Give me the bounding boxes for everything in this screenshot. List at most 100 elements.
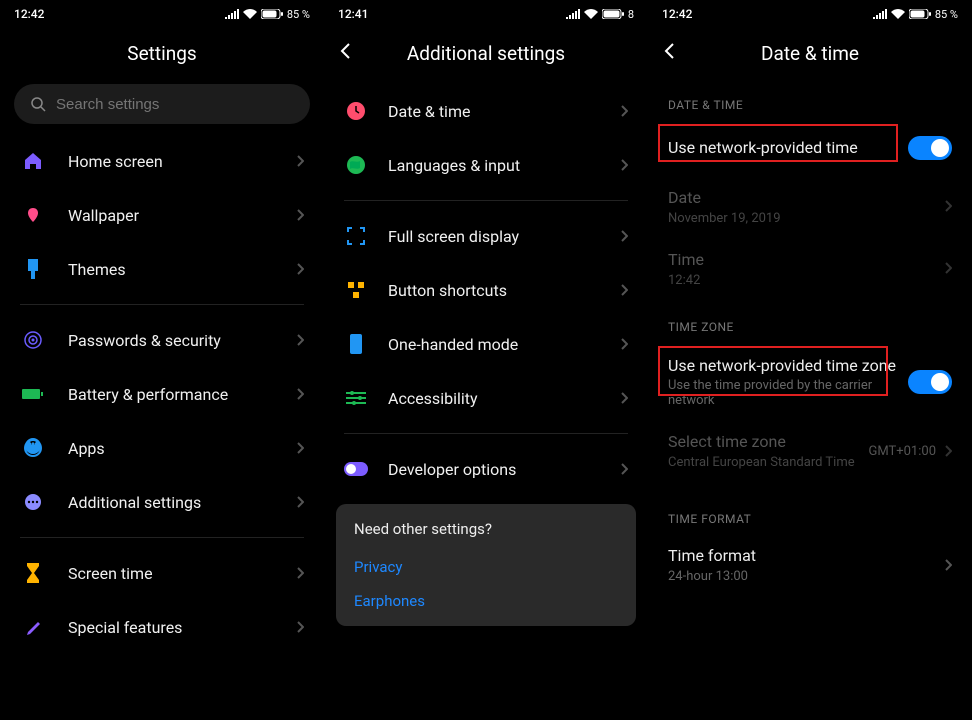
row-one-handed-mode[interactable]: One-handed mode [324,317,648,371]
additional-settings-panel: 12:41 8 Additional settings Date & time … [324,0,648,720]
row-label: Additional settings [68,493,296,512]
chevron-right-icon [620,460,628,479]
row-full-screen-display[interactable]: Full screen display [324,209,648,263]
chevron-right-icon [944,259,952,278]
chevron-right-icon [620,156,628,175]
search-input[interactable] [56,96,294,113]
status-time: 12:41 [338,7,368,21]
search-bar[interactable] [14,84,310,124]
wifi-icon [891,9,905,19]
row-button-shortcuts[interactable]: Button shortcuts [324,263,648,317]
battery-icon [909,9,931,19]
home-icon [20,148,46,174]
accessibility-icon [344,385,368,411]
row-label: Themes [68,260,296,279]
chevron-right-icon [296,439,304,458]
row-accessibility[interactable]: Accessibility [324,371,648,425]
apps-icon [20,435,46,461]
chevron-right-icon [620,102,628,121]
wifi-icon [243,9,257,19]
row-apps[interactable]: Apps [0,421,324,475]
page-title: Settings [127,42,196,65]
use-network-time-toggle[interactable] [908,136,952,160]
screen-time-icon [20,560,46,586]
row-label: Languages & input [388,156,620,175]
row-date-time[interactable]: Date & time [324,84,648,138]
row-themes[interactable]: Themes [0,242,324,296]
row-time: Time 12:42 [648,238,972,300]
date-value: November 19, 2019 [668,211,934,226]
row-special-features[interactable]: Special features [0,600,324,654]
settings-panel: 12:42 85 % Settings Home screen Wallpape… [0,0,324,720]
row-label: Button shortcuts [388,281,620,300]
row-languages-input[interactable]: Languages & input [324,138,648,192]
signal-icon [225,9,239,19]
select-tz-sub: Central European Standard Time [668,455,858,470]
row-wallpaper[interactable]: Wallpaper [0,188,324,242]
row-passwords-security[interactable]: Passwords & security [0,313,324,367]
fullscreen-icon [344,223,368,249]
battery-percent: 8 [628,8,634,21]
page-title: Additional settings [407,42,565,65]
one-handed-icon [344,331,368,357]
time-format-sub: 24-hour 13:00 [668,569,934,584]
chevron-right-icon [296,260,304,279]
use-network-zone-label: Use network-provided time zone [668,356,898,377]
chevron-right-icon [296,331,304,350]
row-label: Special features [68,618,296,637]
divider [344,433,628,434]
row-label: Developer options [388,460,620,479]
back-button[interactable] [340,42,352,64]
additional-icon [20,489,46,515]
status-bar: 12:42 85 % [0,0,324,28]
row-label: Apps [68,439,296,458]
battery-percent: 85 % [287,8,310,21]
wifi-icon [584,9,598,19]
row-time-format[interactable]: Time format 24-hour 13:00 [648,534,972,596]
row-select-time-zone: Select time zone Central European Standa… [648,420,972,482]
row-label: Wallpaper [68,206,296,225]
header: Date & time [648,28,972,78]
signal-icon [566,9,580,19]
use-network-zone-sub: Use the time provided by the carrier net… [668,378,898,408]
row-date: Date November 19, 2019 [648,176,972,238]
status-icons: 85 % [225,8,310,21]
back-button[interactable] [664,42,676,64]
link-earphones[interactable]: Earphones [354,584,618,618]
clock-icon [344,98,368,124]
chevron-right-icon [620,389,628,408]
battery-percent: 85 % [935,8,958,21]
row-label: Full screen display [388,227,620,246]
row-label: Date & time [388,102,620,121]
battery-icon [261,9,283,19]
date-time-panel: 12:42 85 % Date & time DATE & TIME Use n… [648,0,972,720]
row-label: Accessibility [388,389,620,408]
row-screen-time[interactable]: Screen time [0,546,324,600]
header: Additional settings [324,28,648,78]
row-label: Battery & performance [68,385,296,404]
time-label: Time [668,250,934,271]
row-home-screen[interactable]: Home screen [0,134,324,188]
time-value: 12:42 [668,273,934,288]
special-features-icon [20,614,46,640]
page-title: Date & time [761,42,859,65]
chevron-right-icon [296,385,304,404]
other-settings-title: Need other settings? [354,520,618,538]
chevron-right-icon [620,281,628,300]
row-use-network-time-zone[interactable]: Use network-provided time zone Use the t… [648,342,972,421]
section-date-time: DATE & TIME [648,78,972,120]
status-icons: 8 [566,8,634,21]
link-privacy[interactable]: Privacy [354,550,618,584]
row-additional-settings[interactable]: Additional settings [0,475,324,529]
chevron-right-icon [296,618,304,637]
settings-list: Home screen Wallpaper Themes Passwords &… [0,134,324,654]
use-network-zone-toggle[interactable] [908,370,952,394]
row-developer-options[interactable]: Developer options [324,442,648,496]
divider [20,304,304,305]
wallpaper-icon [20,202,46,228]
row-battery-performance[interactable]: Battery & performance [0,367,324,421]
row-use-network-time[interactable]: Use network-provided time [648,120,972,176]
status-time: 12:42 [14,7,44,21]
signal-icon [873,9,887,19]
chevron-right-icon [620,335,628,354]
